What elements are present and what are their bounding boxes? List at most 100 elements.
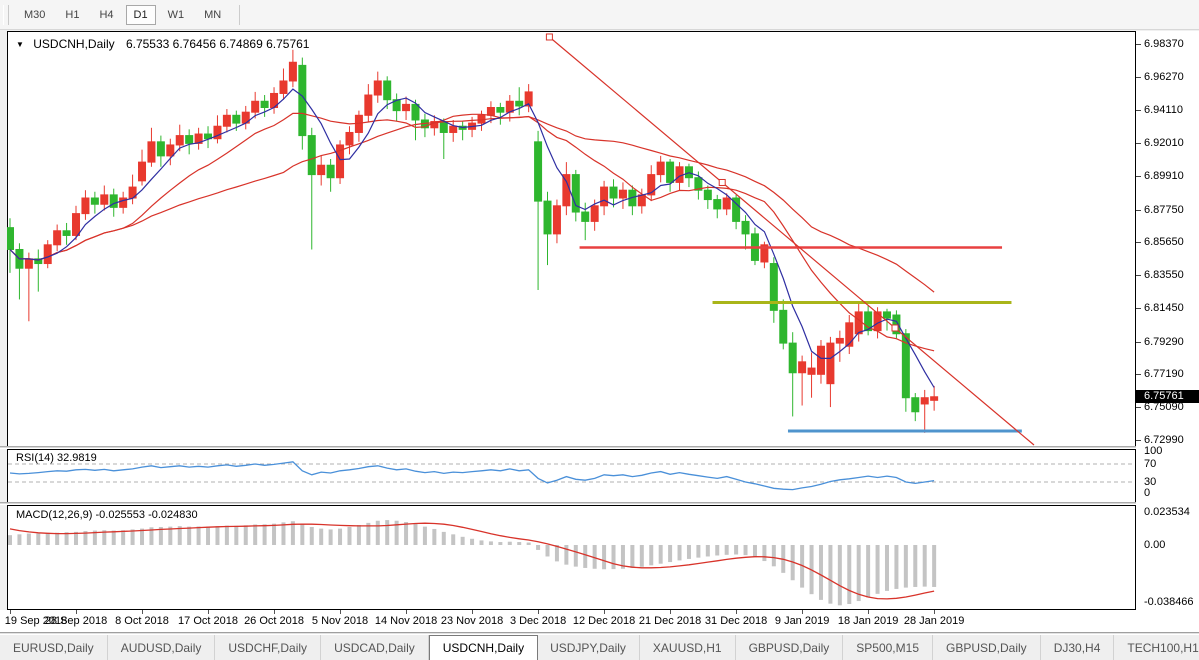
candle-body: [261, 101, 268, 107]
candle-body: [827, 343, 834, 384]
timeframe-button-h4[interactable]: H4: [91, 5, 121, 25]
macd-histogram-bar: [734, 545, 738, 555]
trendline-handle[interactable]: [892, 325, 898, 331]
trendline-handle[interactable]: [719, 179, 725, 185]
date-tick-mark: [10, 610, 11, 614]
macd-histogram-bar: [762, 545, 766, 561]
candle-body: [535, 142, 542, 201]
macd-histogram-bar: [300, 524, 304, 545]
rsi-indicator-canvas[interactable]: [7, 449, 1136, 503]
candle-body: [817, 346, 824, 374]
macd-name: MACD(12,26,9): [16, 509, 92, 521]
date-tick-mark: [736, 610, 737, 614]
candle-body: [384, 81, 391, 100]
timeframe-button-w1[interactable]: W1: [160, 5, 193, 25]
candle-body: [610, 187, 617, 198]
macd-histogram-bar: [461, 537, 465, 545]
candle-body: [780, 310, 787, 343]
chart-tab-gbpusd-daily[interactable]: GBPUSD,Daily: [736, 635, 844, 660]
macd-histogram-bar: [376, 521, 380, 545]
date-tick-label: 28 Jan 2019: [899, 615, 969, 627]
timeframe-button-m30[interactable]: M30: [16, 5, 53, 25]
macd-histogram-bar: [8, 535, 12, 545]
chart-tab-dj30-h4[interactable]: DJ30,H4: [1041, 635, 1115, 660]
chart-tab-usdchf-daily[interactable]: USDCHF,Daily: [215, 635, 321, 660]
timeframe-button-h1[interactable]: H1: [57, 5, 87, 25]
timeframe-button-d1[interactable]: D1: [126, 5, 156, 25]
macd-histogram-bar: [564, 545, 568, 565]
chart-symbol-label: USDCNH,Daily: [33, 37, 114, 51]
candle-body: [223, 115, 230, 126]
candle-body: [318, 165, 325, 174]
candle-body: [73, 214, 80, 236]
candle-body: [601, 187, 608, 206]
candle-body: [252, 101, 259, 112]
macd-histogram-bar: [121, 530, 125, 545]
timeframe-button-mn[interactable]: MN: [196, 5, 229, 25]
candle-body: [714, 200, 721, 209]
price-chart-canvas[interactable]: [7, 31, 1136, 447]
timeframe-toolbar: M30H1H4D1W1MN: [0, 0, 1199, 30]
candle-body: [308, 136, 315, 175]
chart-tab-tech100-h1[interactable]: TECH100,H1: [1114, 635, 1199, 660]
macd-histogram-bar: [46, 533, 50, 545]
macd-histogram-bar: [423, 527, 427, 545]
candle-body: [374, 81, 381, 95]
trendline-handle[interactable]: [546, 34, 552, 40]
chart-tab-xauusd-h1[interactable]: XAUUSD,H1: [640, 635, 736, 660]
chart-tab-usdjpy-daily[interactable]: USDJPY,Daily: [537, 635, 640, 660]
price-tick-mark: [1136, 275, 1141, 276]
chart-tab-eurusd-daily[interactable]: EURUSD,Daily: [0, 635, 108, 660]
date-tick-mark: [472, 610, 473, 614]
macd-histogram-bar: [876, 545, 880, 594]
macd-histogram-bar: [602, 545, 606, 569]
macd-histogram-bar: [517, 542, 521, 545]
toolbar-separator: [239, 5, 240, 25]
date-tick-mark: [142, 610, 143, 614]
chart-tab-gbpusd-daily[interactable]: GBPUSD,Daily: [933, 635, 1041, 660]
macd-histogram-bar: [498, 542, 502, 545]
date-tick-label: 3 Dec 2018: [503, 615, 573, 627]
macd-values: -0.025553 -0.024830: [95, 509, 197, 521]
macd-histogram-bar: [913, 545, 917, 587]
macd-histogram-bar: [687, 545, 691, 559]
macd-histogram-bar: [55, 533, 59, 545]
candle-body: [7, 228, 14, 250]
macd-histogram-bar: [27, 534, 31, 545]
date-tick-label: 12 Dec 2018: [569, 615, 639, 627]
rsi-label: RSI(14) 32.9819: [16, 452, 97, 464]
candle-body: [912, 398, 919, 412]
macd-histogram-bar: [847, 545, 851, 604]
price-tick-label: 6.79290: [1144, 336, 1184, 348]
macd-histogram-bar: [649, 545, 653, 565]
candle-body: [186, 136, 193, 144]
time-scale[interactable]: 19 Sep 201828 Sep 20188 Oct 201817 Oct 2…: [0, 610, 1199, 632]
chart-ohlc-values: 6.75533 6.76456 6.74869 6.75761: [126, 37, 310, 51]
macd-histogram-bar: [215, 526, 219, 545]
price-scale[interactable]: 6.983706.962706.941106.920106.899106.877…: [1136, 31, 1199, 610]
candle-body: [563, 175, 570, 206]
date-tick-label: 5 Nov 2018: [305, 615, 375, 627]
candle-body: [789, 343, 796, 373]
toolbar-grip[interactable]: [3, 5, 9, 25]
macd-histogram-bar: [583, 545, 587, 568]
date-tick-mark: [868, 610, 869, 614]
candle-body: [157, 142, 164, 156]
chart-tab-usdcad-daily[interactable]: USDCAD,Daily: [321, 635, 429, 660]
macd-histogram-bar: [725, 545, 729, 555]
candle-body: [365, 95, 372, 115]
rsi-level-label: 100: [1144, 445, 1162, 457]
date-tick-label: 17 Oct 2018: [173, 615, 243, 627]
macd-histogram-bar: [272, 524, 276, 545]
macd-histogram-bar: [715, 545, 719, 555]
symbol-dropdown-icon[interactable]: ▼: [16, 40, 24, 49]
chart-tab-audusd-daily[interactable]: AUDUSD,Daily: [108, 635, 216, 660]
price-tick-mark: [1136, 440, 1141, 441]
date-tick-label: 28 Sep 2018: [41, 615, 111, 627]
chart-tab-sp500-m15[interactable]: SP500,M15: [843, 635, 933, 660]
macd-histogram-bar: [894, 545, 898, 589]
macd-histogram-bar: [442, 532, 446, 545]
candle-body: [487, 108, 494, 116]
candle-body: [846, 323, 853, 346]
chart-tab-usdcnh-daily[interactable]: USDCNH,Daily: [429, 635, 538, 660]
